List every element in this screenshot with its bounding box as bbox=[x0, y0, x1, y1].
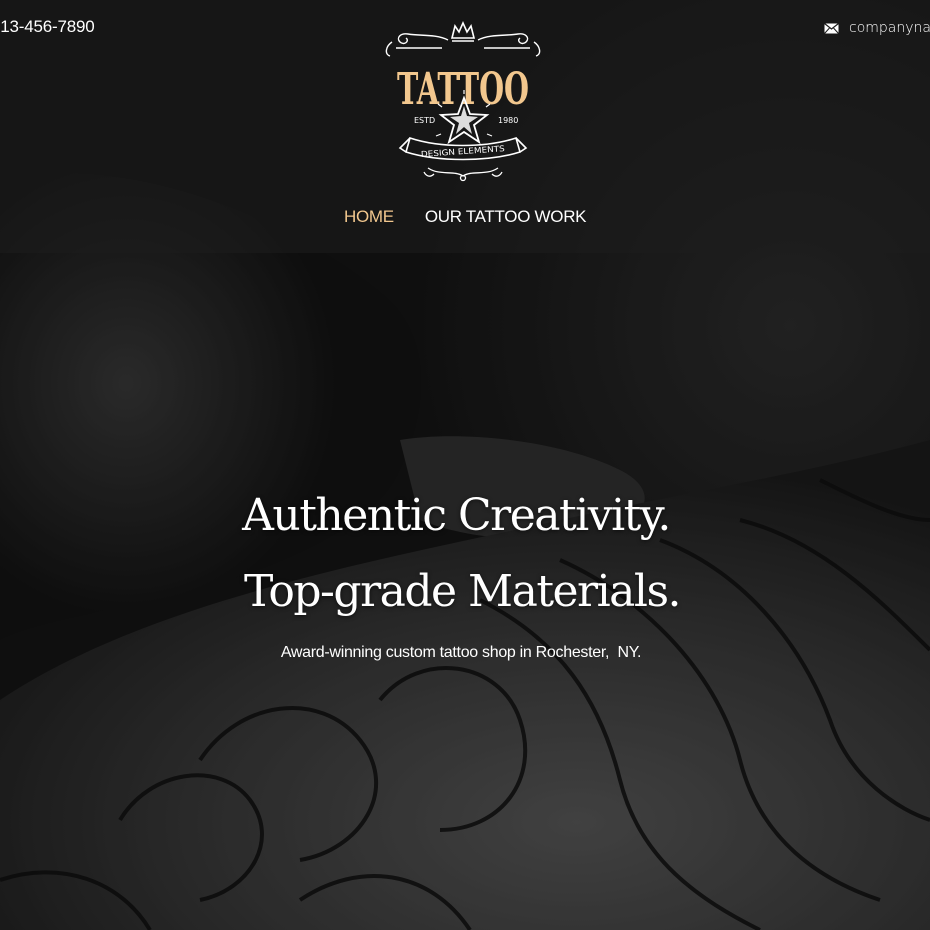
logo-title: TATTOO bbox=[397, 64, 529, 115]
hero-headline-line2: Top-grade Materials. bbox=[243, 566, 682, 617]
logo-year: 1980 bbox=[498, 116, 518, 125]
envelope-icon bbox=[824, 22, 839, 34]
tattoo-logo[interactable]: TATTOO ESTD 1980 DESIGN ELEMENTS bbox=[380, 20, 546, 185]
hero-subheading: Award-winning custom tattoo shop in Roch… bbox=[280, 644, 642, 661]
nav-item-our-tattoo-work[interactable]: OUR TATTOO WORK bbox=[425, 207, 587, 227]
main-nav: HOME OUR TATTOO WORK bbox=[344, 207, 587, 227]
email-address: companyname@mail.com bbox=[849, 20, 930, 36]
crown-icon bbox=[450, 21, 476, 42]
logo-banner-text: DESIGN ELEMENTS bbox=[421, 144, 505, 159]
page: 213-456-7890 companyname@mail.com TATTOO bbox=[0, 0, 930, 930]
phone-number[interactable]: 213-456-7890 bbox=[0, 17, 95, 37]
logo-estd: ESTD bbox=[414, 116, 435, 125]
nav-item-home[interactable]: HOME bbox=[344, 207, 394, 227]
hero-headline-line1: Authentic Creativity. bbox=[242, 490, 671, 541]
email-contact[interactable]: companyname@mail.com bbox=[824, 20, 930, 36]
hero-section: Authentic Creativity. Top-grade Material… bbox=[0, 478, 930, 662]
